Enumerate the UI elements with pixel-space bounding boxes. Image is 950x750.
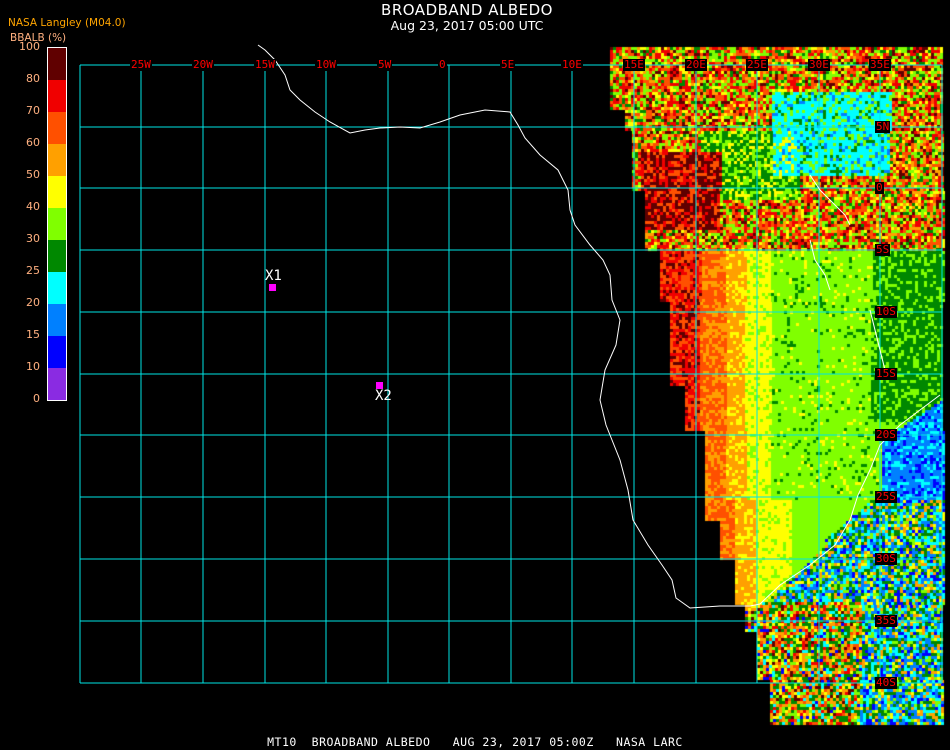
colorbar-tick-label: 70 <box>26 104 40 117</box>
longitude-label: 10E <box>561 58 583 71</box>
colorbar-bin <box>48 80 66 112</box>
longitude-label: 25W <box>130 58 152 71</box>
latitude-label: 40S <box>875 676 897 689</box>
longitude-label: 35E <box>869 58 891 71</box>
longitude-label: 30E <box>808 58 830 71</box>
colorbar-tick-label: 50 <box>26 168 40 181</box>
longitude-label: 25E <box>746 58 768 71</box>
marker-x1[interactable] <box>269 284 276 291</box>
marker-x2-label: X2 <box>375 388 392 404</box>
latitude-label: 5N <box>875 120 891 133</box>
colorbar-bin <box>48 144 66 176</box>
latitude-label: 20S <box>875 428 897 441</box>
marker-x1-label: X1 <box>265 268 282 284</box>
footer-caption: MT10 BROADBAND ALBEDO AUG 23, 2017 05:00… <box>267 735 683 749</box>
colorbar-bin <box>48 176 66 208</box>
lake-outline <box>809 174 851 226</box>
colorbar-bin <box>48 240 66 272</box>
latitude-label: 5S <box>875 243 891 256</box>
colorbar-tick-label: 80 <box>26 72 40 85</box>
longitude-label: 15W <box>254 58 276 71</box>
longitude-label: 20E <box>685 58 707 71</box>
colorbar-bin <box>48 304 66 336</box>
longitude-label: 10W <box>315 58 337 71</box>
colorbar-bin <box>48 272 66 304</box>
colorbar-tick-label: 60 <box>26 136 40 149</box>
colorbar <box>47 47 67 401</box>
longitude-label: 20W <box>192 58 214 71</box>
albedo-field <box>0 0 950 750</box>
colorbar-tick-label: 0 <box>33 392 40 405</box>
credit-label: NASA Langley (M04.0) <box>8 17 126 29</box>
map-title: BROADBAND ALBEDO <box>381 1 553 19</box>
colorbar-bin <box>48 208 66 240</box>
colorbar-bin <box>48 48 66 80</box>
colorbar-bin <box>48 336 66 368</box>
latitude-label: 10S <box>875 305 897 318</box>
longitude-label: 5W <box>377 58 393 71</box>
latitude-label: 15S <box>875 367 897 380</box>
colorbar-tick-label: 15 <box>26 328 40 341</box>
colorbar-tick-label: 10 <box>26 360 40 373</box>
colorbar-tick-label: 20 <box>26 296 40 309</box>
latitude-label: 35S <box>875 614 897 627</box>
latitude-label: 25S <box>875 490 897 503</box>
longitude-label: 5E <box>500 58 516 71</box>
colorbar-tick-label: 30 <box>26 232 40 245</box>
colorbar-bin <box>48 112 66 144</box>
map-overlay <box>79 44 943 684</box>
colorbar-bin <box>48 368 66 400</box>
latitude-label: 0 <box>875 181 884 194</box>
lake-outline <box>809 239 831 291</box>
coastline <box>257 44 941 609</box>
albedo-map <box>0 0 950 750</box>
colorbar-tick-label: 40 <box>26 200 40 213</box>
lake-outline <box>869 309 886 371</box>
longitude-label: 0 <box>438 58 447 71</box>
longitude-label: 15E <box>623 58 645 71</box>
colorbar-units: BBALB (%) <box>10 32 67 44</box>
map-timestamp: Aug 23, 2017 05:00 UTC <box>390 18 544 33</box>
latitude-label: 30S <box>875 552 897 565</box>
colorbar-tick-label: 25 <box>26 264 40 277</box>
